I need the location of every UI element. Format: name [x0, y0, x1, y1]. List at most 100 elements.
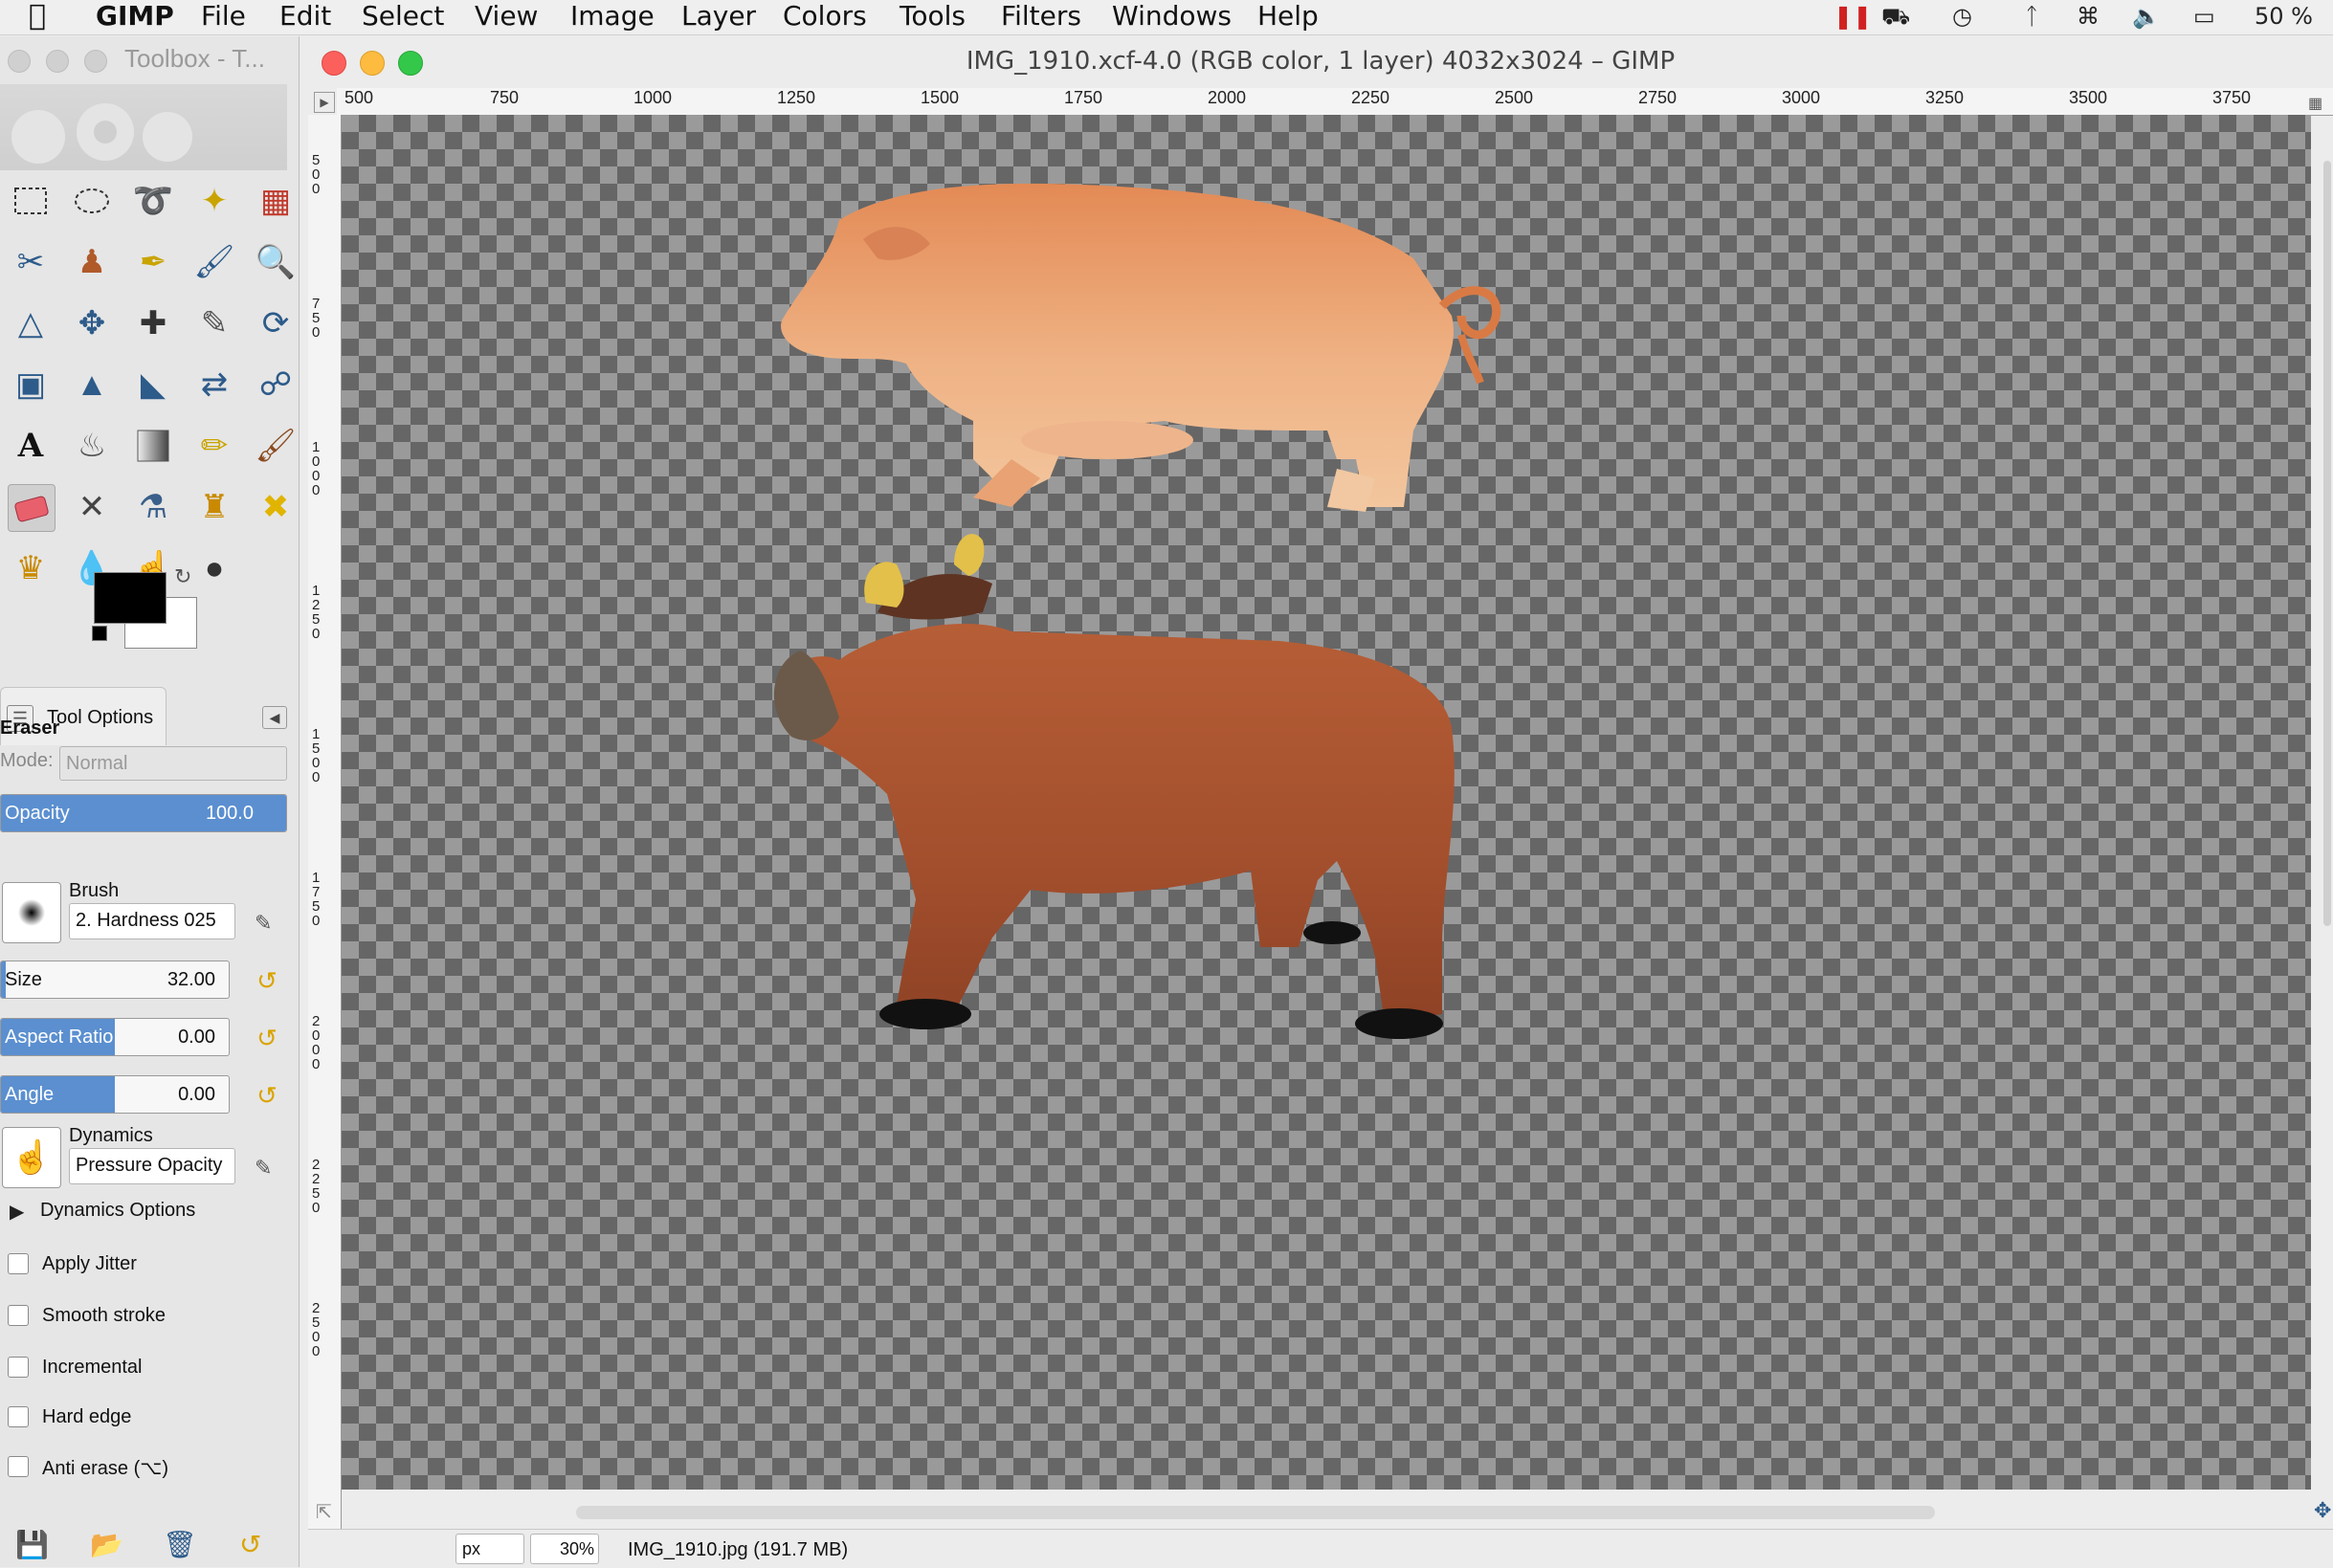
menu-image[interactable]: Image — [570, 0, 655, 34]
measure-icon[interactable]: △ — [8, 300, 54, 346]
ruler-tick: 2750 — [1638, 88, 1678, 107]
truck-icon[interactable]: ⛟ — [1881, 0, 1910, 34]
foreground-select-icon[interactable]: ♟ — [69, 239, 115, 285]
zoom-select[interactable]: 30% — [530, 1534, 599, 1564]
eraser-icon[interactable] — [8, 484, 56, 532]
aspect-ratio-value: 0.00 — [178, 1027, 215, 1048]
dynamics-name-field[interactable]: Pressure Opacity — [69, 1148, 235, 1184]
menu-select[interactable]: Select — [362, 0, 444, 34]
smooth-stroke-checkbox[interactable] — [8, 1305, 29, 1326]
mode-select[interactable]: Normal — [59, 746, 287, 781]
wifi-icon[interactable]: ⌘ — [2077, 0, 2100, 34]
toolbox-zoom-button[interactable] — [84, 50, 107, 73]
unit-select[interactable]: px — [455, 1534, 524, 1564]
edit-dynamics-icon[interactable]: ✎ — [255, 1156, 272, 1181]
brush-name-field[interactable]: 2. Hardness 025 — [69, 903, 235, 939]
status-bar: px 30% IMG_1910.jpg (191.7 MB) — [308, 1529, 2333, 1568]
size-slider[interactable]: Size 32.00 — [0, 961, 230, 999]
vertical-ruler[interactable]: 500 750 1000 1250 1500 1750 2000 2250 25… — [308, 115, 342, 1536]
toolbox-minimize-button[interactable] — [46, 50, 69, 73]
hard-edge-checkbox[interactable] — [8, 1406, 29, 1427]
size-reset-icon[interactable]: ↺ — [251, 964, 283, 997]
restore-options-icon[interactable]: 📂 — [90, 1529, 123, 1560]
menu-layer[interactable]: Layer — [681, 0, 756, 34]
bluetooth-icon[interactable]: ᛏ — [2025, 0, 2038, 34]
horizontal-scrollbar[interactable] — [576, 1506, 1935, 1519]
ellipse-select-icon[interactable] — [69, 178, 115, 224]
menu-help[interactable]: Help — [1257, 0, 1319, 34]
dynamics-preview-icon[interactable]: ☝ — [2, 1127, 61, 1188]
scale-icon[interactable]: ▣ — [8, 362, 54, 408]
apple-icon[interactable]:  — [29, 0, 46, 34]
default-colors-icon[interactable] — [92, 626, 107, 641]
horizontal-ruler[interactable]: 500 750 1000 1250 1500 1750 2000 2250 25… — [337, 88, 2333, 116]
incremental-label: Incremental — [42, 1357, 143, 1378]
airbrush-icon[interactable]: ✕ — [69, 484, 115, 530]
swap-colors-icon[interactable]: ↻ — [174, 564, 191, 589]
aspect-reset-icon[interactable]: ↺ — [251, 1022, 283, 1054]
rotate-icon[interactable]: ⟳ — [253, 300, 299, 346]
navigation-corner-icon[interactable]: ✥ — [2314, 1498, 2331, 1523]
quick-mask-menu-icon[interactable]: ▶ — [314, 92, 335, 113]
expander-arrow-icon[interactable]: ▶ — [10, 1200, 24, 1224]
volume-icon[interactable]: 🔈 — [2132, 0, 2161, 34]
blend-icon[interactable] — [130, 423, 176, 469]
vertical-scrollbar[interactable] — [2323, 161, 2331, 926]
select-by-color-icon[interactable]: ▦ — [253, 178, 299, 224]
menu-filters[interactable]: Filters — [1001, 0, 1081, 34]
bucket-fill-icon[interactable]: ♨ — [69, 423, 115, 469]
scissors-icon[interactable]: ✂ — [8, 239, 54, 285]
aspect-ratio-slider[interactable]: Aspect Ratio 0.00 — [0, 1018, 230, 1056]
apply-jitter-checkbox[interactable] — [8, 1253, 29, 1274]
flip-icon[interactable]: ⇄ — [191, 362, 237, 408]
rect-select-icon[interactable] — [8, 178, 54, 224]
airplay-icon[interactable]: ▭ — [2193, 0, 2215, 34]
edit-brush-icon[interactable]: ✎ — [255, 911, 272, 936]
anti-erase-checkbox[interactable] — [8, 1456, 29, 1477]
move-icon[interactable]: ✥ — [69, 300, 115, 346]
dodge-burn-icon[interactable]: ● — [191, 545, 237, 591]
heal-icon[interactable]: ✖ — [253, 484, 299, 530]
angle-slider[interactable]: Angle 0.00 — [0, 1075, 230, 1114]
ink-icon[interactable]: ⚗ — [130, 484, 176, 530]
align-icon[interactable]: ✚ — [130, 300, 176, 346]
perspective-icon[interactable]: ◣ — [130, 362, 176, 408]
brush-preview[interactable] — [2, 882, 61, 943]
paths-icon[interactable]: ✒ — [130, 239, 176, 285]
menu-app-name[interactable]: GIMP — [96, 0, 174, 34]
toolbox-close-button[interactable] — [8, 50, 31, 73]
zoom-icon[interactable]: 🔍 — [253, 239, 299, 285]
perspective-clone-icon[interactable]: ♛ — [8, 545, 54, 591]
shear-icon[interactable]: ▲ — [69, 362, 115, 408]
image-canvas[interactable] — [342, 115, 2311, 1490]
time-machine-icon[interactable]: ◷ — [1952, 0, 1972, 34]
dynamics-options-expander[interactable]: Dynamics Options — [40, 1200, 195, 1222]
text-tool-icon[interactable]: A — [8, 423, 54, 469]
incremental-checkbox[interactable] — [8, 1357, 29, 1378]
opacity-slider[interactable]: Opacity 100.0 — [0, 794, 287, 832]
pause-icon[interactable]: ❚❚ — [1833, 0, 1872, 34]
clone-icon[interactable]: ♜ — [191, 484, 237, 530]
fuzzy-select-icon[interactable]: ✦ — [191, 178, 237, 224]
tab-menu-icon[interactable]: ◀ — [262, 706, 287, 729]
reset-options-icon[interactable]: ↺ — [239, 1529, 261, 1560]
menu-edit[interactable]: Edit — [279, 0, 331, 34]
cage-transform-icon[interactable]: ☍ — [253, 362, 299, 408]
menu-view[interactable]: View — [475, 0, 538, 34]
delete-options-icon[interactable]: 🗑 — [163, 1529, 197, 1560]
menu-tools[interactable]: Tools — [900, 0, 966, 34]
color-picker-icon[interactable]: 🖌 — [191, 239, 237, 285]
crop-icon[interactable]: ✎ — [191, 300, 237, 346]
menu-windows[interactable]: Windows — [1112, 0, 1232, 34]
navigate-icon[interactable]: ⇱ — [316, 1500, 332, 1524]
lasso-icon[interactable]: ➰ — [130, 178, 176, 224]
menu-file[interactable]: File — [201, 0, 246, 34]
pencil-icon[interactable]: ✏ — [191, 423, 237, 469]
angle-reset-icon[interactable]: ↺ — [251, 1079, 283, 1112]
menu-colors[interactable]: Colors — [783, 0, 867, 34]
paintbrush-icon[interactable]: 🖌 — [253, 423, 299, 469]
save-options-icon[interactable]: 💾 — [15, 1529, 49, 1560]
foreground-color-swatch[interactable] — [94, 572, 167, 624]
battery-percent[interactable]: 50 % — [2255, 0, 2313, 34]
zoom-fit-icon[interactable]: ▦ — [2308, 94, 2322, 113]
